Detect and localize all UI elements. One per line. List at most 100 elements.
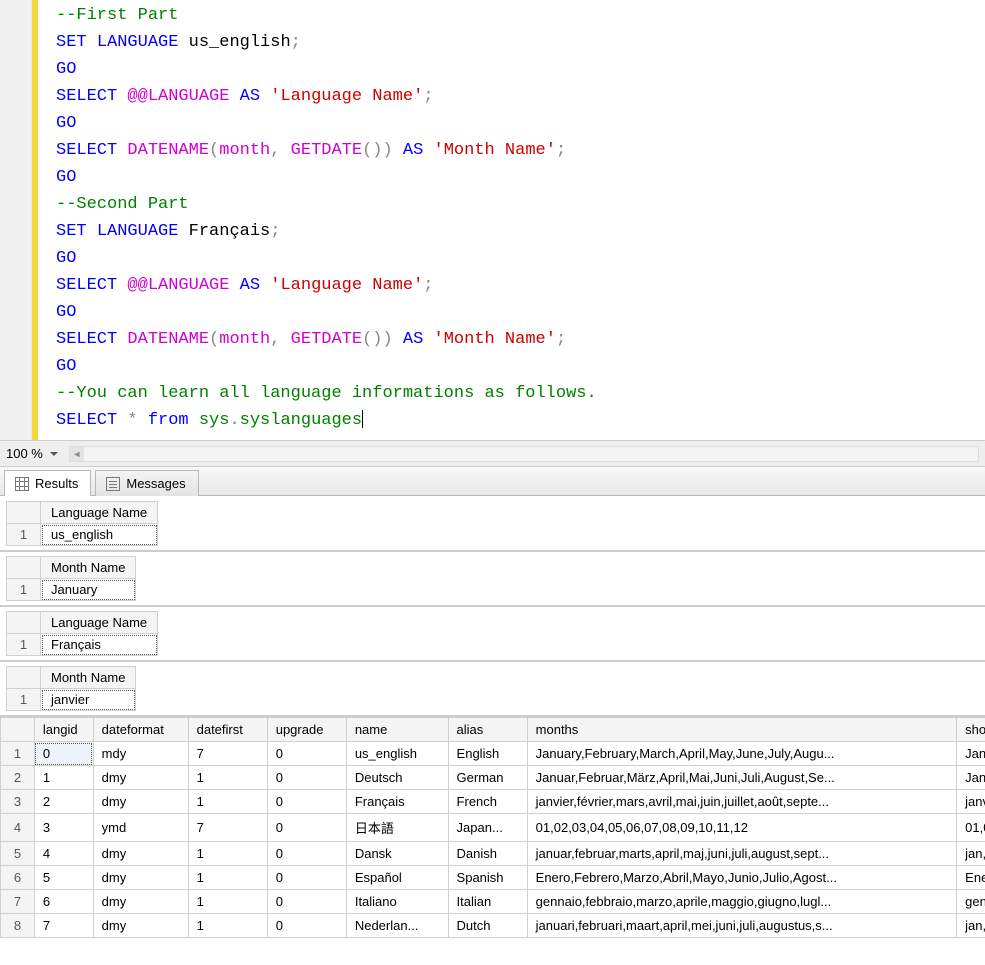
cell-alias[interactable]: Dutch bbox=[448, 914, 527, 938]
cell-datefirst[interactable]: 7 bbox=[188, 742, 267, 766]
cell-alias[interactable]: Italian bbox=[448, 890, 527, 914]
horizontal-scrollbar[interactable]: ◄ bbox=[69, 446, 979, 462]
table-row[interactable]: 43ymd70日本語Japan...01,02,03,04,05,06,07,0… bbox=[1, 814, 985, 842]
cell-langid[interactable]: 2 bbox=[34, 790, 93, 814]
cell-langid[interactable]: 1 bbox=[34, 766, 93, 790]
cell-upgrade[interactable]: 0 bbox=[267, 914, 346, 938]
row-number[interactable]: 6 bbox=[1, 866, 35, 890]
cell-value[interactable]: us_english bbox=[41, 524, 158, 546]
cell-shortmonths[interactable]: Ene,Feb,M bbox=[957, 866, 985, 890]
cell-datefirst[interactable]: 1 bbox=[188, 890, 267, 914]
column-header[interactable]: Language Name bbox=[41, 612, 158, 634]
column-header[interactable]: upgrade bbox=[267, 718, 346, 742]
cell-shortmonths[interactable]: 01,02,03,0 bbox=[957, 814, 985, 842]
corner-cell[interactable] bbox=[7, 502, 41, 524]
cell-shortmonths[interactable]: janv,févr,m bbox=[957, 790, 985, 814]
row-number[interactable]: 7 bbox=[1, 890, 35, 914]
cell-value[interactable]: January bbox=[41, 579, 136, 601]
row-number[interactable]: 1 bbox=[7, 524, 41, 546]
cell-name[interactable]: Dansk bbox=[346, 842, 448, 866]
cell-shortmonths[interactable]: jan,feb,mr bbox=[957, 914, 985, 938]
column-header[interactable]: alias bbox=[448, 718, 527, 742]
row-number[interactable]: 1 bbox=[7, 579, 41, 601]
zoom-level[interactable]: 100 % bbox=[6, 446, 43, 461]
cell-dateformat[interactable]: dmy bbox=[93, 890, 188, 914]
column-header[interactable]: shortmonth bbox=[957, 718, 985, 742]
cell-name[interactable]: Nederlan... bbox=[346, 914, 448, 938]
cell-datefirst[interactable]: 1 bbox=[188, 842, 267, 866]
cell-name[interactable]: Deutsch bbox=[346, 766, 448, 790]
column-header[interactable]: dateformat bbox=[93, 718, 188, 742]
result-grid-1[interactable]: Language Name 1 us_english bbox=[0, 497, 985, 552]
table-row[interactable]: 76dmy10ItalianoItaliangennaio,febbraio,m… bbox=[1, 890, 985, 914]
result-grid-2[interactable]: Month Name 1 January bbox=[0, 552, 985, 607]
table-row[interactable]: 21dmy10DeutschGermanJanuar,Februar,März,… bbox=[1, 766, 985, 790]
table-row[interactable]: 54dmy10DanskDanishjanuar,februar,marts,a… bbox=[1, 842, 985, 866]
corner-cell[interactable] bbox=[1, 718, 35, 742]
cell-langid[interactable]: 4 bbox=[34, 842, 93, 866]
cell-value[interactable]: janvier bbox=[41, 689, 136, 711]
cell-months[interactable]: janvier,février,mars,avril,mai,juin,juil… bbox=[527, 790, 957, 814]
cell-shortmonths[interactable]: Jan,Feb,M bbox=[957, 766, 985, 790]
column-header[interactable]: name bbox=[346, 718, 448, 742]
code-area[interactable]: --First Part SET LANGUAGE us_english; GO… bbox=[38, 0, 985, 440]
cell-alias[interactable]: Spanish bbox=[448, 866, 527, 890]
table-row[interactable]: 87dmy10Nederlan...Dutchjanuari,februari,… bbox=[1, 914, 985, 938]
tab-results[interactable]: Results bbox=[4, 470, 91, 496]
cell-name[interactable]: us_english bbox=[346, 742, 448, 766]
zoom-dropdown-icon[interactable] bbox=[49, 449, 59, 459]
cell-datefirst[interactable]: 7 bbox=[188, 814, 267, 842]
cell-datefirst[interactable]: 1 bbox=[188, 914, 267, 938]
corner-cell[interactable] bbox=[7, 667, 41, 689]
corner-cell[interactable] bbox=[7, 557, 41, 579]
tab-messages[interactable]: Messages bbox=[95, 470, 198, 496]
cell-upgrade[interactable]: 0 bbox=[267, 842, 346, 866]
row-number[interactable]: 1 bbox=[1, 742, 35, 766]
cell-alias[interactable]: French bbox=[448, 790, 527, 814]
cell-months[interactable]: 01,02,03,04,05,06,07,08,09,10,11,12 bbox=[527, 814, 957, 842]
cell-value[interactable]: Français bbox=[41, 634, 158, 656]
row-number[interactable]: 4 bbox=[1, 814, 35, 842]
table-row[interactable]: 65dmy10EspañolSpanishEnero,Febrero,Marzo… bbox=[1, 866, 985, 890]
cell-alias[interactable]: Danish bbox=[448, 842, 527, 866]
cell-upgrade[interactable]: 0 bbox=[267, 742, 346, 766]
cell-alias[interactable]: English bbox=[448, 742, 527, 766]
column-header[interactable]: months bbox=[527, 718, 957, 742]
cell-upgrade[interactable]: 0 bbox=[267, 766, 346, 790]
result-grid-5[interactable]: langid dateformat datefirst upgrade name… bbox=[0, 717, 985, 938]
sql-editor[interactable]: --First Part SET LANGUAGE us_english; GO… bbox=[0, 0, 985, 440]
cell-alias[interactable]: German bbox=[448, 766, 527, 790]
cell-dateformat[interactable]: dmy bbox=[93, 790, 188, 814]
cell-datefirst[interactable]: 1 bbox=[188, 766, 267, 790]
cell-months[interactable]: januar,februar,marts,april,maj,juni,juli… bbox=[527, 842, 957, 866]
cell-months[interactable]: gennaio,febbraio,marzo,aprile,maggio,giu… bbox=[527, 890, 957, 914]
cell-dateformat[interactable]: dmy bbox=[93, 842, 188, 866]
row-number[interactable]: 3 bbox=[1, 790, 35, 814]
cell-upgrade[interactable]: 0 bbox=[267, 866, 346, 890]
cell-langid[interactable]: 3 bbox=[34, 814, 93, 842]
cell-dateformat[interactable]: dmy bbox=[93, 866, 188, 890]
result-grid-3[interactable]: Language Name 1 Français bbox=[0, 607, 985, 662]
row-number[interactable]: 5 bbox=[1, 842, 35, 866]
cell-dateformat[interactable]: ymd bbox=[93, 814, 188, 842]
cell-dateformat[interactable]: mdy bbox=[93, 742, 188, 766]
result-grid-4[interactable]: Month Name 1 janvier bbox=[0, 662, 985, 717]
cell-langid[interactable]: 5 bbox=[34, 866, 93, 890]
cell-dateformat[interactable]: dmy bbox=[93, 914, 188, 938]
column-header[interactable]: Language Name bbox=[41, 502, 158, 524]
cell-langid[interactable]: 0 bbox=[34, 742, 93, 766]
cell-months[interactable]: January,February,March,April,May,June,Ju… bbox=[527, 742, 957, 766]
cell-name[interactable]: Français bbox=[346, 790, 448, 814]
cell-name[interactable]: 日本語 bbox=[346, 814, 448, 842]
table-row[interactable]: 32dmy10FrançaisFrenchjanvier,février,mar… bbox=[1, 790, 985, 814]
cell-langid[interactable]: 6 bbox=[34, 890, 93, 914]
cell-shortmonths[interactable]: Jan,Feb,M bbox=[957, 742, 985, 766]
cell-name[interactable]: Italiano bbox=[346, 890, 448, 914]
column-header[interactable]: Month Name bbox=[41, 557, 136, 579]
cell-upgrade[interactable]: 0 bbox=[267, 890, 346, 914]
row-number[interactable]: 2 bbox=[1, 766, 35, 790]
cell-shortmonths[interactable]: gen,feb,m bbox=[957, 890, 985, 914]
cell-months[interactable]: Januar,Februar,März,April,Mai,Juni,Juli,… bbox=[527, 766, 957, 790]
cell-datefirst[interactable]: 1 bbox=[188, 790, 267, 814]
cell-datefirst[interactable]: 1 bbox=[188, 866, 267, 890]
